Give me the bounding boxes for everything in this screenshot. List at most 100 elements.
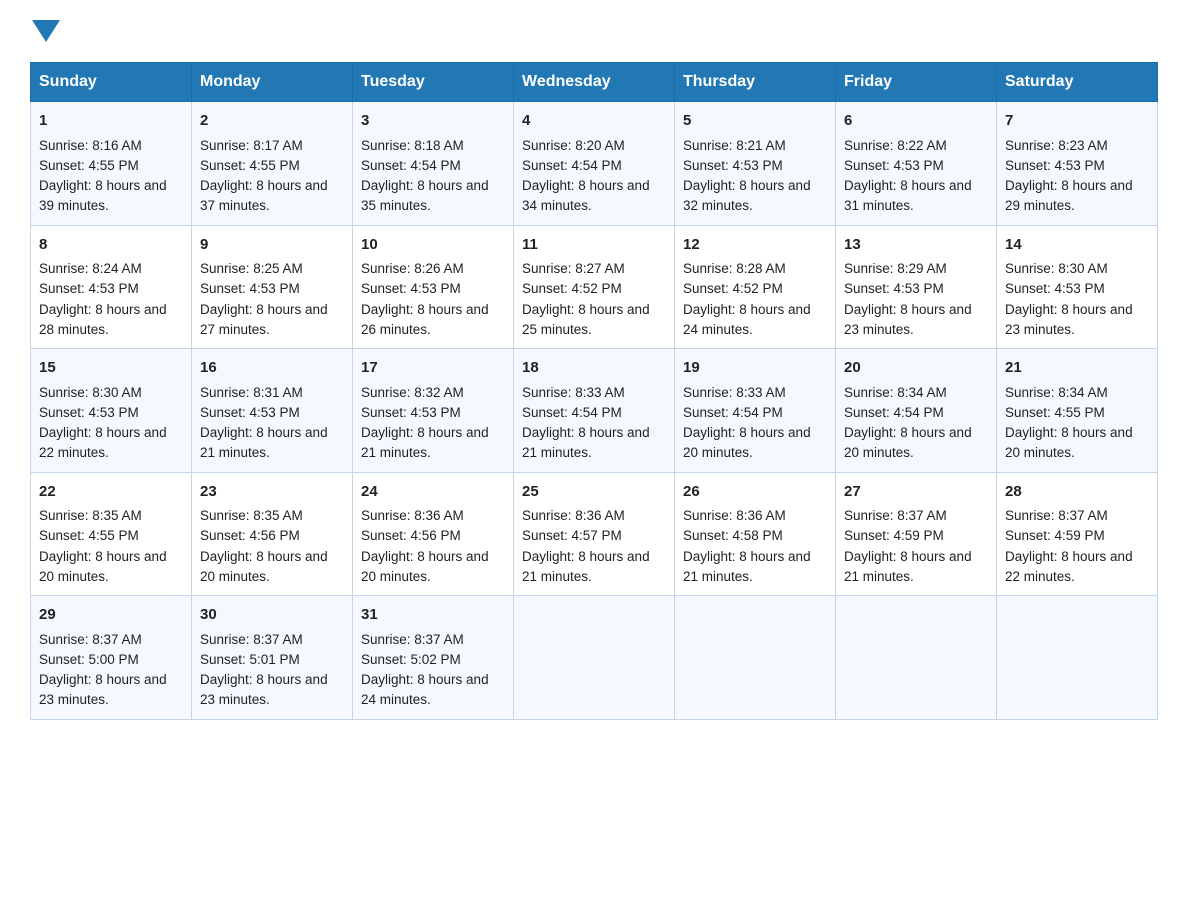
calendar-header-saturday: Saturday (997, 63, 1158, 102)
sunrise-text: Sunrise: 8:27 AM (522, 261, 625, 276)
day-number: 9 (200, 234, 344, 257)
day-number: 7 (1005, 110, 1149, 133)
sunrise-text: Sunrise: 8:16 AM (39, 138, 142, 153)
daylight-text: Daylight: 8 hours and 26 minutes. (361, 302, 489, 337)
sunset-text: Sunset: 4:53 PM (39, 281, 139, 296)
daylight-text: Daylight: 8 hours and 20 minutes. (683, 425, 811, 460)
calendar-week-row: 22 Sunrise: 8:35 AM Sunset: 4:55 PM Dayl… (31, 472, 1158, 596)
calendar-week-row: 1 Sunrise: 8:16 AM Sunset: 4:55 PM Dayli… (31, 102, 1158, 226)
day-number: 5 (683, 110, 827, 133)
sunset-text: Sunset: 4:54 PM (522, 405, 622, 420)
calendar-cell: 24 Sunrise: 8:36 AM Sunset: 4:56 PM Dayl… (353, 472, 514, 596)
daylight-text: Daylight: 8 hours and 22 minutes. (1005, 549, 1133, 584)
calendar-cell: 17 Sunrise: 8:32 AM Sunset: 4:53 PM Dayl… (353, 349, 514, 473)
calendar-cell: 15 Sunrise: 8:30 AM Sunset: 4:53 PM Dayl… (31, 349, 192, 473)
sunrise-text: Sunrise: 8:20 AM (522, 138, 625, 153)
day-number: 4 (522, 110, 666, 133)
day-number: 13 (844, 234, 988, 257)
sunrise-text: Sunrise: 8:37 AM (844, 508, 947, 523)
calendar-header-tuesday: Tuesday (353, 63, 514, 102)
daylight-text: Daylight: 8 hours and 32 minutes. (683, 178, 811, 213)
calendar-cell: 9 Sunrise: 8:25 AM Sunset: 4:53 PM Dayli… (192, 225, 353, 349)
daylight-text: Daylight: 8 hours and 21 minutes. (361, 425, 489, 460)
sunset-text: Sunset: 4:57 PM (522, 528, 622, 543)
daylight-text: Daylight: 8 hours and 23 minutes. (844, 302, 972, 337)
calendar-cell: 30 Sunrise: 8:37 AM Sunset: 5:01 PM Dayl… (192, 596, 353, 720)
daylight-text: Daylight: 8 hours and 21 minutes. (844, 549, 972, 584)
sunrise-text: Sunrise: 8:37 AM (200, 632, 303, 647)
sunrise-text: Sunrise: 8:18 AM (361, 138, 464, 153)
sunset-text: Sunset: 4:56 PM (200, 528, 300, 543)
day-number: 10 (361, 234, 505, 257)
day-number: 18 (522, 357, 666, 380)
day-number: 22 (39, 481, 183, 504)
calendar-cell: 23 Sunrise: 8:35 AM Sunset: 4:56 PM Dayl… (192, 472, 353, 596)
page-header (30, 20, 1158, 42)
sunset-text: Sunset: 5:02 PM (361, 652, 461, 667)
calendar-cell: 10 Sunrise: 8:26 AM Sunset: 4:53 PM Dayl… (353, 225, 514, 349)
calendar-cell: 22 Sunrise: 8:35 AM Sunset: 4:55 PM Dayl… (31, 472, 192, 596)
sunset-text: Sunset: 4:53 PM (844, 158, 944, 173)
calendar-cell: 18 Sunrise: 8:33 AM Sunset: 4:54 PM Dayl… (514, 349, 675, 473)
calendar-cell: 29 Sunrise: 8:37 AM Sunset: 5:00 PM Dayl… (31, 596, 192, 720)
calendar-header-friday: Friday (836, 63, 997, 102)
sunset-text: Sunset: 4:58 PM (683, 528, 783, 543)
calendar-cell: 31 Sunrise: 8:37 AM Sunset: 5:02 PM Dayl… (353, 596, 514, 720)
sunset-text: Sunset: 4:53 PM (39, 405, 139, 420)
day-number: 6 (844, 110, 988, 133)
sunset-text: Sunset: 4:52 PM (522, 281, 622, 296)
daylight-text: Daylight: 8 hours and 31 minutes. (844, 178, 972, 213)
calendar-cell: 4 Sunrise: 8:20 AM Sunset: 4:54 PM Dayli… (514, 102, 675, 226)
day-number: 15 (39, 357, 183, 380)
day-number: 23 (200, 481, 344, 504)
sunrise-text: Sunrise: 8:35 AM (39, 508, 142, 523)
sunrise-text: Sunrise: 8:21 AM (683, 138, 786, 153)
daylight-text: Daylight: 8 hours and 23 minutes. (39, 672, 167, 707)
logo-triangle-icon (32, 20, 60, 42)
calendar-cell: 16 Sunrise: 8:31 AM Sunset: 4:53 PM Dayl… (192, 349, 353, 473)
day-number: 28 (1005, 481, 1149, 504)
sunrise-text: Sunrise: 8:36 AM (361, 508, 464, 523)
logo (30, 20, 60, 42)
calendar-cell (836, 596, 997, 720)
daylight-text: Daylight: 8 hours and 39 minutes. (39, 178, 167, 213)
sunrise-text: Sunrise: 8:29 AM (844, 261, 947, 276)
sunset-text: Sunset: 4:54 PM (844, 405, 944, 420)
sunrise-text: Sunrise: 8:37 AM (361, 632, 464, 647)
sunrise-text: Sunrise: 8:33 AM (683, 385, 786, 400)
calendar-cell: 13 Sunrise: 8:29 AM Sunset: 4:53 PM Dayl… (836, 225, 997, 349)
calendar-cell: 5 Sunrise: 8:21 AM Sunset: 4:53 PM Dayli… (675, 102, 836, 226)
daylight-text: Daylight: 8 hours and 35 minutes. (361, 178, 489, 213)
day-number: 25 (522, 481, 666, 504)
calendar-cell: 21 Sunrise: 8:34 AM Sunset: 4:55 PM Dayl… (997, 349, 1158, 473)
sunset-text: Sunset: 4:59 PM (844, 528, 944, 543)
sunrise-text: Sunrise: 8:30 AM (39, 385, 142, 400)
calendar-cell (514, 596, 675, 720)
sunrise-text: Sunrise: 8:37 AM (39, 632, 142, 647)
day-number: 19 (683, 357, 827, 380)
calendar-cell: 14 Sunrise: 8:30 AM Sunset: 4:53 PM Dayl… (997, 225, 1158, 349)
sunrise-text: Sunrise: 8:36 AM (522, 508, 625, 523)
calendar-cell: 28 Sunrise: 8:37 AM Sunset: 4:59 PM Dayl… (997, 472, 1158, 596)
sunrise-text: Sunrise: 8:24 AM (39, 261, 142, 276)
sunrise-text: Sunrise: 8:34 AM (1005, 385, 1108, 400)
sunset-text: Sunset: 4:53 PM (683, 158, 783, 173)
day-number: 30 (200, 604, 344, 627)
sunset-text: Sunset: 4:53 PM (361, 281, 461, 296)
calendar-table: SundayMondayTuesdayWednesdayThursdayFrid… (30, 62, 1158, 720)
calendar-cell: 25 Sunrise: 8:36 AM Sunset: 4:57 PM Dayl… (514, 472, 675, 596)
daylight-text: Daylight: 8 hours and 25 minutes. (522, 302, 650, 337)
daylight-text: Daylight: 8 hours and 37 minutes. (200, 178, 328, 213)
sunrise-text: Sunrise: 8:25 AM (200, 261, 303, 276)
daylight-text: Daylight: 8 hours and 20 minutes. (844, 425, 972, 460)
sunset-text: Sunset: 4:55 PM (200, 158, 300, 173)
calendar-cell: 12 Sunrise: 8:28 AM Sunset: 4:52 PM Dayl… (675, 225, 836, 349)
day-number: 24 (361, 481, 505, 504)
daylight-text: Daylight: 8 hours and 23 minutes. (200, 672, 328, 707)
daylight-text: Daylight: 8 hours and 23 minutes. (1005, 302, 1133, 337)
daylight-text: Daylight: 8 hours and 21 minutes. (522, 549, 650, 584)
sunset-text: Sunset: 4:54 PM (361, 158, 461, 173)
daylight-text: Daylight: 8 hours and 28 minutes. (39, 302, 167, 337)
calendar-header-thursday: Thursday (675, 63, 836, 102)
daylight-text: Daylight: 8 hours and 21 minutes. (200, 425, 328, 460)
